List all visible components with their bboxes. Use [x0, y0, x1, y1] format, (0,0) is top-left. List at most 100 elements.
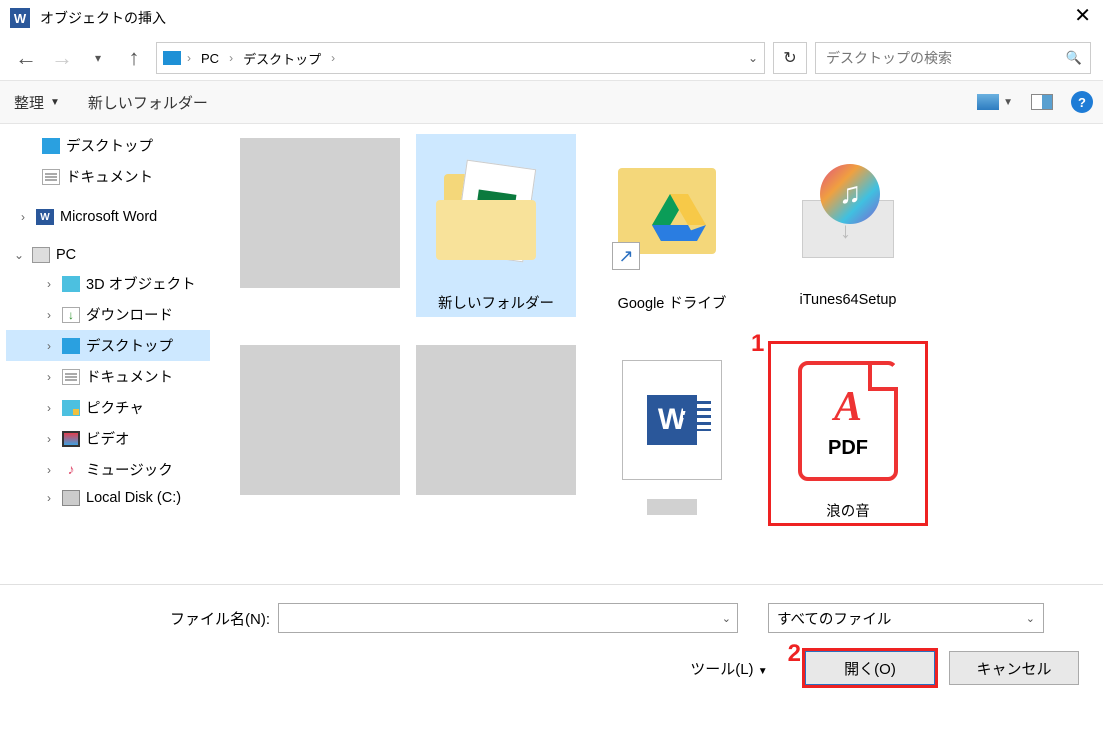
chevron-right-icon[interactable]: ›	[42, 370, 56, 384]
chevron-down-icon: ▼	[50, 97, 60, 108]
file-item-redacted[interactable]	[240, 341, 400, 526]
file-thumb: A PDF	[768, 346, 928, 496]
open-label: 開く(O)	[844, 658, 896, 679]
chevron-down-icon[interactable]: ⌄	[748, 51, 758, 65]
cancel-button[interactable]: キャンセル	[949, 651, 1079, 685]
close-icon[interactable]: ✕	[1074, 6, 1091, 26]
sidebar-item-3d[interactable]: › 3D オブジェクト	[6, 268, 210, 299]
annotation-2: 2	[788, 640, 801, 668]
sidebar-item-documents[interactable]: ドキュメント	[6, 161, 210, 192]
word-icon: W	[36, 209, 54, 225]
new-folder-button[interactable]: 新しいフォルダー	[88, 92, 208, 113]
open-button[interactable]: 開く(O)	[805, 651, 935, 685]
file-grid[interactable]: X 新しいフォルダー ↗ Google ドライブ	[210, 124, 1103, 584]
annotation-1: 1	[751, 330, 764, 358]
bottom-bar: ファイル名(N): ⌄ すべてのファイル ⌄ ツール(L) ▼ 2 開く(O) …	[0, 584, 1103, 699]
word-app-icon: W	[10, 8, 30, 28]
file-filter-combo[interactable]: すべてのファイル ⌄	[768, 603, 1044, 633]
file-thumb-redacted	[240, 345, 400, 495]
titlebar: W オブジェクトの挿入 ✕	[0, 0, 1103, 36]
preview-pane-icon[interactable]	[1031, 94, 1053, 110]
desktop-icon	[42, 138, 60, 154]
file-item-redacted[interactable]	[416, 341, 576, 526]
sidebar-item-music[interactable]: › ♪ ミュージック	[6, 454, 210, 485]
desktop-icon	[62, 338, 80, 354]
chevron-right-icon[interactable]: ›	[42, 308, 56, 322]
chevron-down-icon: ▼	[1003, 97, 1013, 108]
recent-dropdown-icon[interactable]: ▾	[84, 51, 112, 65]
tree-label: 3D オブジェクト	[86, 273, 196, 294]
sidebar-item-videos[interactable]: › ビデオ	[6, 423, 210, 454]
tree-label: PC	[56, 247, 76, 263]
search-box[interactable]: 🔍	[815, 42, 1091, 74]
back-icon[interactable]: ←	[12, 45, 40, 71]
sidebar-item-documents2[interactable]: › ドキュメント	[6, 361, 210, 392]
tree-label: Local Disk (C:)	[86, 490, 181, 506]
itunes-icon: ♫	[820, 164, 880, 224]
pdf-icon: A PDF	[798, 361, 898, 481]
up-icon[interactable]: ↑	[120, 45, 148, 71]
sidebar-item-downloads[interactable]: › ダウンロード	[6, 299, 210, 330]
main-area: デスクトップ ドキュメント › W Microsoft Word ⌄ PC › …	[0, 124, 1103, 584]
forward-icon[interactable]: →	[48, 45, 76, 71]
file-name: iTunes64Setup	[799, 292, 896, 308]
refresh-icon[interactable]: ↻	[773, 42, 807, 74]
chevron-down-icon[interactable]: ⌄	[722, 612, 731, 625]
chevron-down-icon: ▼	[758, 666, 768, 677]
install-arrow-icon: ↓	[840, 218, 851, 244]
music-icon: ♪	[62, 462, 80, 478]
help-icon[interactable]: ?	[1071, 91, 1093, 113]
file-name-redacted	[647, 499, 697, 515]
tree-label: デスクトップ	[66, 135, 153, 156]
toolbar: 整理 ▼ 新しいフォルダー ▼ ?	[0, 80, 1103, 124]
tree-label: ビデオ	[86, 428, 130, 449]
sidebar-item-disk[interactable]: › Local Disk (C:)	[6, 485, 210, 511]
file-item-itunes[interactable]: ♫ ↓ iTunes64Setup	[768, 134, 928, 317]
file-item-worddoc[interactable]: W	[592, 341, 752, 526]
search-icon[interactable]: 🔍	[1066, 50, 1082, 66]
chevron-right-icon[interactable]: ›	[42, 491, 56, 505]
search-input[interactable]	[824, 49, 1066, 67]
chevron-right-icon[interactable]: ›	[42, 339, 56, 353]
file-name: Google ドライブ	[618, 292, 727, 313]
chevron-down-icon: ⌄	[1026, 612, 1035, 625]
tree-label: ドキュメント	[66, 166, 153, 187]
address-bar[interactable]: › PC › デスクトップ › ⌄	[156, 42, 765, 74]
nav-bar: ← → ▾ ↑ › PC › デスクトップ › ⌄ ↻ 🔍	[0, 36, 1103, 80]
tree-label: Microsoft Word	[60, 209, 157, 225]
view-icon	[977, 94, 999, 110]
pc-icon	[163, 51, 181, 65]
folder-tree[interactable]: デスクトップ ドキュメント › W Microsoft Word ⌄ PC › …	[0, 124, 210, 584]
filename-input[interactable]	[285, 609, 722, 627]
file-item-gdrive[interactable]: ↗ Google ドライブ	[592, 134, 752, 317]
breadcrumb-pc[interactable]: PC	[197, 51, 223, 66]
organize-menu[interactable]: 整理 ▼	[14, 92, 60, 113]
chevron-right-icon[interactable]: ›	[42, 463, 56, 477]
chevron-right-icon[interactable]: ›	[16, 210, 30, 224]
cancel-label: キャンセル	[976, 658, 1051, 679]
filename-combo[interactable]: ⌄	[278, 603, 738, 633]
folder-thumb: ↗	[592, 138, 752, 288]
tools-menu[interactable]: ツール(L) ▼	[690, 658, 767, 679]
sidebar-item-pc[interactable]: ⌄ PC	[6, 242, 210, 268]
breadcrumb-desktop[interactable]: デスクトップ	[239, 49, 325, 68]
chevron-right-icon[interactable]: ›	[42, 432, 56, 446]
organize-label: 整理	[14, 92, 44, 113]
chevron-down-icon[interactable]: ⌄	[12, 248, 26, 262]
sidebar-item-pictures[interactable]: › ピクチャ	[6, 392, 210, 423]
pictures-icon	[62, 400, 80, 416]
view-button[interactable]: ▼	[977, 94, 1013, 110]
chevron-right-icon[interactable]: ›	[42, 401, 56, 415]
sidebar-item-msword[interactable]: › W Microsoft Word	[6, 204, 210, 230]
folder-thumb: X	[416, 138, 576, 288]
sidebar-item-desktop[interactable]: デスクトップ	[6, 130, 210, 161]
disk-icon	[62, 490, 80, 506]
sidebar-item-desktop-selected[interactable]: › デスクトップ	[6, 330, 210, 361]
tree-label: ピクチャ	[86, 397, 144, 418]
file-item-pdf-highlighted[interactable]: 1 A PDF 浪の音	[768, 341, 928, 526]
cube-icon	[62, 276, 80, 292]
chevron-right-icon[interactable]: ›	[42, 277, 56, 291]
file-item-newfolder[interactable]: X 新しいフォルダー	[416, 134, 576, 317]
shortcut-icon: ↗	[612, 242, 640, 270]
file-item-redacted[interactable]	[240, 134, 400, 317]
